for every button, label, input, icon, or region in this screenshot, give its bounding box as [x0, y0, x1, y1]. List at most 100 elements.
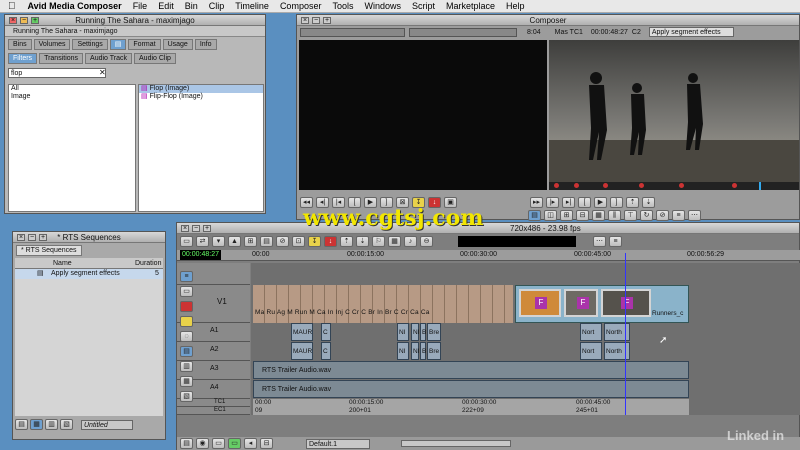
- close-icon[interactable]: ×: [9, 17, 17, 24]
- tl-footer-btn-2[interactable]: ◉: [196, 438, 209, 449]
- a1-clip[interactable]: North: [604, 323, 630, 341]
- tl-settings-button[interactable]: ≡: [609, 235, 622, 247]
- menu-bin[interactable]: Bin: [185, 1, 198, 11]
- tl-add-edit-button[interactable]: ⊞: [244, 235, 257, 247]
- effect-mode-button[interactable]: ⊟: [576, 210, 589, 221]
- record-position-bar[interactable]: [549, 182, 799, 190]
- tl-tool-4[interactable]: ▤: [180, 346, 193, 357]
- tl-footer-btn-6[interactable]: ⊟: [260, 438, 273, 449]
- timeline-ruler[interactable]: 00:00:48:27 00:00 00:00:15:00 00:00:30:0…: [177, 250, 800, 261]
- tl-clear-button[interactable]: ⊘: [276, 235, 289, 247]
- tab-usage[interactable]: Usage: [162, 39, 193, 50]
- a1-clip[interactable]: B: [420, 323, 426, 341]
- tracks-area[interactable]: Ma Ru Ag M Run M Ca In Inj C Cr C Br In …: [251, 253, 800, 415]
- subtab-filters[interactable]: Filters: [8, 53, 38, 64]
- tl-effect-button[interactable]: ⚐: [372, 235, 385, 247]
- close-icon[interactable]: ×: [17, 234, 25, 241]
- a2-clip[interactable]: MAUR: [291, 342, 313, 360]
- menu-script[interactable]: Script: [412, 1, 435, 11]
- minimize-icon[interactable]: −: [312, 17, 320, 24]
- tl-overwrite-button[interactable]: ↓: [324, 235, 337, 247]
- tl-footer-btn-1[interactable]: ▤: [180, 438, 193, 449]
- tl-footer-btn-4[interactable]: ▭: [228, 438, 241, 449]
- tab-info[interactable]: Info: [194, 39, 217, 50]
- menu-file[interactable]: File: [133, 1, 148, 11]
- minimize-icon[interactable]: −: [192, 225, 200, 232]
- source-monitor[interactable]: [299, 40, 547, 190]
- a1-clip[interactable]: MAUR: [291, 323, 313, 341]
- menu-timeline[interactable]: Timeline: [235, 1, 269, 11]
- tl-video-quality-button[interactable]: ▭: [180, 235, 193, 247]
- more-button[interactable]: ⋯: [688, 210, 701, 221]
- menu-composer[interactable]: Composer: [280, 1, 322, 11]
- a1-clip[interactable]: C: [321, 323, 331, 341]
- a4-audio-clip[interactable]: RTS Trailer Audio.wav: [253, 380, 689, 398]
- zoom-icon[interactable]: +: [203, 225, 211, 232]
- tl-dropdown-button[interactable]: ▾: [212, 235, 225, 247]
- zoom-icon[interactable]: +: [323, 17, 331, 24]
- play-rec-button[interactable]: ▶: [594, 197, 607, 208]
- a1-clip[interactable]: Nort: [580, 323, 602, 341]
- menu-tools[interactable]: Tools: [332, 1, 353, 11]
- sequence-button[interactable]: ≡: [672, 210, 685, 221]
- effect-flip-flop[interactable]: ▤ Flip-Flop (Image): [139, 93, 263, 101]
- search-input[interactable]: flop: [8, 68, 106, 78]
- subtab-audio-clip[interactable]: Audio Clip: [134, 53, 176, 64]
- app-menu[interactable]: Avid Media Composer: [28, 1, 122, 11]
- tab-effects-icon[interactable]: ▤: [109, 39, 127, 50]
- script-view-button[interactable]: ▧: [60, 419, 73, 430]
- tab-rts-sequences[interactable]: * RTS Sequences: [16, 245, 82, 256]
- tl-tool-2[interactable]: ▭: [180, 286, 193, 297]
- mode-select[interactable]: Apply segment effects: [648, 27, 734, 37]
- position-indicator[interactable]: [625, 253, 626, 415]
- tl-splice-button[interactable]: ↧: [308, 235, 321, 247]
- tl-match-button[interactable]: ⊡: [292, 235, 305, 247]
- tl-tool-5[interactable]: ▥: [180, 361, 193, 372]
- minimize-icon[interactable]: −: [20, 17, 28, 24]
- a2-clip[interactable]: C: [321, 342, 331, 360]
- loop-button[interactable]: ↻: [640, 210, 653, 221]
- clear-search-icon[interactable]: ✕: [99, 68, 106, 77]
- effect-flop[interactable]: ▤ Flop (Image): [139, 85, 263, 93]
- mark-in-rec-button[interactable]: [: [578, 197, 591, 208]
- tab-bins[interactable]: Bins: [8, 39, 32, 50]
- tl-tool-yellow[interactable]: [180, 316, 193, 327]
- tl-lift-button[interactable]: ⇡: [340, 235, 353, 247]
- record-monitor[interactable]: [549, 40, 799, 190]
- tl-footer-btn-5[interactable]: ◂: [244, 438, 257, 449]
- tl-segment-button[interactable]: ▤: [260, 235, 273, 247]
- mark-out-rec-button[interactable]: ]: [610, 197, 623, 208]
- tl-extract-button[interactable]: ⇣: [356, 235, 369, 247]
- lift-button[interactable]: ⇡: [626, 197, 639, 208]
- segment-mode-button[interactable]: ▤: [528, 210, 541, 221]
- top-button[interactable]: ⊤: [624, 210, 637, 221]
- tl-more-button[interactable]: ⋯: [593, 235, 606, 247]
- v1-clip-strip[interactable]: Ma Ru Ag M Run M Ca In Inj C Cr C Br In …: [253, 285, 513, 323]
- render-button[interactable]: ▦: [592, 210, 605, 221]
- a2-clip[interactable]: NI: [411, 342, 420, 360]
- tl-footer-btn-3[interactable]: ▭: [212, 438, 225, 449]
- a2-clip[interactable]: Nort: [580, 342, 602, 360]
- menu-clip[interactable]: Clip: [209, 1, 225, 11]
- a1-clip[interactable]: NI: [411, 323, 420, 341]
- add-edit-button[interactable]: ⊞: [560, 210, 573, 221]
- tl-sync-button[interactable]: ⊖: [420, 235, 433, 247]
- trim-mode-button[interactable]: ◫: [544, 210, 557, 221]
- v1-effect-clips[interactable]: F F F Runners_c: [515, 285, 689, 323]
- tab-format[interactable]: Format: [128, 39, 161, 50]
- sync-lock-button[interactable]: ⫼: [608, 210, 621, 221]
- tl-tool-red[interactable]: [180, 301, 193, 312]
- a2-clip[interactable]: B: [420, 342, 426, 360]
- close-icon[interactable]: ×: [301, 17, 309, 24]
- bin-view-select[interactable]: Untitled: [81, 419, 133, 430]
- tl-render-button[interactable]: ▦: [388, 235, 401, 247]
- tl-tool-3[interactable]: ◌: [180, 331, 193, 342]
- tl-tool-7[interactable]: ▧: [180, 391, 193, 402]
- subtab-audio-track[interactable]: Audio Track: [85, 53, 133, 64]
- a2-clip[interactable]: North: [604, 342, 630, 360]
- source-tc-menu[interactable]: [409, 27, 517, 37]
- a1-clip[interactable]: NI: [397, 323, 409, 341]
- mute-button[interactable]: ⊘: [656, 210, 669, 221]
- tab-volumes[interactable]: Volumes: [33, 39, 71, 50]
- timeline-view-select[interactable]: Default.1: [306, 438, 370, 449]
